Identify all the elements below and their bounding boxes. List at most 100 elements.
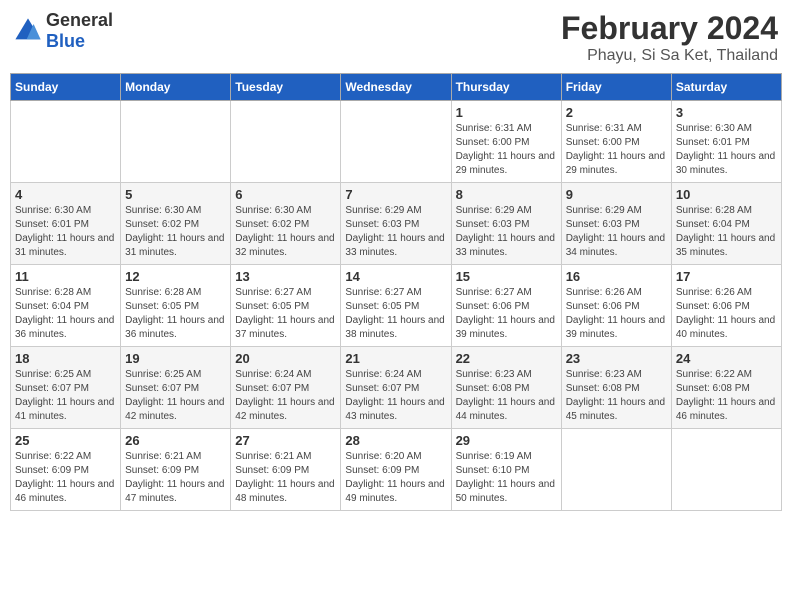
weekday-header-row: SundayMondayTuesdayWednesdayThursdayFrid…: [11, 74, 782, 101]
day-detail: Sunrise: 6:19 AM Sunset: 6:10 PM Dayligh…: [456, 450, 557, 506]
calendar-cell: 1Sunrise: 6:31 AM Sunset: 6:00 PM Daylig…: [451, 101, 561, 183]
day-number: 3: [676, 105, 777, 120]
calendar-cell: 29 Sunrise: 6:19 AM Sunset: 6:10 PM Dayli…: [451, 429, 561, 511]
day-detail: Sunrise: 6:29 AM Sunset: 6:03 PM Dayligh…: [456, 204, 557, 260]
day-detail: Sunrise: 6:24 AM Sunset: 6:07 PM Dayligh…: [235, 368, 336, 424]
calendar-cell: 10Sunrise: 6:28 AM Sunset: 6:04 PM Dayli…: [671, 183, 781, 265]
calendar-cell: 9 Sunrise: 6:29 AM Sunset: 6:03 PM Daylig…: [561, 183, 671, 265]
day-number: 24: [676, 351, 777, 366]
day-detail: Sunrise: 6:20 AM Sunset: 6:09 PM Dayligh…: [345, 450, 446, 506]
day-detail: Sunrise: 6:21 AM Sunset: 6:09 PM Dayligh…: [235, 450, 336, 506]
location-subtitle: Phayu, Si Sa Ket, Thailand: [561, 47, 778, 65]
day-number: 23: [566, 351, 667, 366]
calendar-cell: 18 Sunrise: 6:25 AM Sunset: 6:07 PM Dayli…: [11, 347, 121, 429]
weekday-header: Thursday: [451, 74, 561, 101]
calendar-week-row: 11 Sunrise: 6:28 AM Sunset: 6:04 PM Dayli…: [11, 265, 782, 347]
day-detail: Sunrise: 6:26 AM Sunset: 6:06 PM Dayligh…: [566, 286, 667, 342]
calendar-week-row: 4 Sunrise: 6:30 AM Sunset: 6:01 PM Daylig…: [11, 183, 782, 265]
logo-general: General: [46, 10, 113, 30]
calendar-cell: 28 Sunrise: 6:20 AM Sunset: 6:09 PM Dayli…: [341, 429, 451, 511]
day-detail: Sunrise: 6:30 AM Sunset: 6:01 PM Dayligh…: [15, 204, 116, 260]
calendar-cell: 3 Sunrise: 6:30 AM Sunset: 6:01 PM Daylig…: [671, 101, 781, 183]
day-number: 11: [15, 269, 116, 284]
calendar-week-row: 1Sunrise: 6:31 AM Sunset: 6:00 PM Daylig…: [11, 101, 782, 183]
day-detail: Sunrise: 6:29 AM Sunset: 6:03 PM Dayligh…: [345, 204, 446, 260]
day-number: 13: [235, 269, 336, 284]
day-number: 28: [345, 433, 446, 448]
logo-blue: Blue: [46, 31, 85, 51]
day-detail: Sunrise: 6:25 AM Sunset: 6:07 PM Dayligh…: [15, 368, 116, 424]
calendar-cell: 15Sunrise: 6:27 AM Sunset: 6:06 PM Dayli…: [451, 265, 561, 347]
day-detail: Sunrise: 6:24 AM Sunset: 6:07 PM Dayligh…: [345, 368, 446, 424]
day-detail: Sunrise: 6:22 AM Sunset: 6:08 PM Dayligh…: [676, 368, 777, 424]
logo-text: General Blue: [46, 10, 113, 52]
day-number: 26: [125, 433, 226, 448]
day-number: 18: [15, 351, 116, 366]
calendar-cell: 17Sunrise: 6:26 AM Sunset: 6:06 PM Dayli…: [671, 265, 781, 347]
weekday-header: Friday: [561, 74, 671, 101]
day-number: 8: [456, 187, 557, 202]
calendar-cell: 16 Sunrise: 6:26 AM Sunset: 6:06 PM Dayli…: [561, 265, 671, 347]
day-number: 29: [456, 433, 557, 448]
calendar-cell: [561, 429, 671, 511]
day-number: 27: [235, 433, 336, 448]
day-detail: Sunrise: 6:30 AM Sunset: 6:02 PM Dayligh…: [235, 204, 336, 260]
header: General Blue February 2024 Phayu, Si Sa …: [10, 10, 782, 65]
day-detail: Sunrise: 6:22 AM Sunset: 6:09 PM Dayligh…: [15, 450, 116, 506]
calendar-cell: 24 Sunrise: 6:22 AM Sunset: 6:08 PM Dayli…: [671, 347, 781, 429]
day-detail: Sunrise: 6:28 AM Sunset: 6:05 PM Dayligh…: [125, 286, 226, 342]
calendar-table: SundayMondayTuesdayWednesdayThursdayFrid…: [10, 73, 782, 511]
calendar-cell: 13 Sunrise: 6:27 AM Sunset: 6:05 PM Dayli…: [231, 265, 341, 347]
calendar-week-row: 25 Sunrise: 6:22 AM Sunset: 6:09 PM Dayli…: [11, 429, 782, 511]
calendar-cell: 2 Sunrise: 6:31 AM Sunset: 6:00 PM Daylig…: [561, 101, 671, 183]
day-number: 7: [345, 187, 446, 202]
calendar-cell: 26 Sunrise: 6:21 AM Sunset: 6:09 PM Dayli…: [121, 429, 231, 511]
weekday-header: Wednesday: [341, 74, 451, 101]
weekday-header: Sunday: [11, 74, 121, 101]
day-number: 14: [345, 269, 446, 284]
day-detail: Sunrise: 6:31 AM Sunset: 6:00 PM Dayligh…: [456, 122, 557, 178]
day-detail: Sunrise: 6:30 AM Sunset: 6:02 PM Dayligh…: [125, 204, 226, 260]
weekday-header: Tuesday: [231, 74, 341, 101]
calendar-cell: 7 Sunrise: 6:29 AM Sunset: 6:03 PM Daylig…: [341, 183, 451, 265]
calendar-cell: [121, 101, 231, 183]
day-detail: Sunrise: 6:26 AM Sunset: 6:06 PM Dayligh…: [676, 286, 777, 342]
day-number: 12: [125, 269, 226, 284]
calendar-cell: 11 Sunrise: 6:28 AM Sunset: 6:04 PM Dayli…: [11, 265, 121, 347]
calendar-cell: 25 Sunrise: 6:22 AM Sunset: 6:09 PM Dayli…: [11, 429, 121, 511]
calendar-cell: [671, 429, 781, 511]
day-number: 19: [125, 351, 226, 366]
calendar-week-row: 18 Sunrise: 6:25 AM Sunset: 6:07 PM Dayli…: [11, 347, 782, 429]
calendar-cell: 12 Sunrise: 6:28 AM Sunset: 6:05 PM Dayli…: [121, 265, 231, 347]
weekday-header: Saturday: [671, 74, 781, 101]
weekday-header: Monday: [121, 74, 231, 101]
calendar-cell: 8 Sunrise: 6:29 AM Sunset: 6:03 PM Daylig…: [451, 183, 561, 265]
day-number: 9: [566, 187, 667, 202]
day-number: 5: [125, 187, 226, 202]
day-detail: Sunrise: 6:27 AM Sunset: 6:06 PM Dayligh…: [456, 286, 557, 342]
calendar-cell: [11, 101, 121, 183]
calendar-cell: 14 Sunrise: 6:27 AM Sunset: 6:05 PM Dayli…: [341, 265, 451, 347]
day-detail: Sunrise: 6:30 AM Sunset: 6:01 PM Dayligh…: [676, 122, 777, 178]
calendar-cell: 6 Sunrise: 6:30 AM Sunset: 6:02 PM Daylig…: [231, 183, 341, 265]
day-detail: Sunrise: 6:23 AM Sunset: 6:08 PM Dayligh…: [456, 368, 557, 424]
day-detail: Sunrise: 6:29 AM Sunset: 6:03 PM Dayligh…: [566, 204, 667, 260]
calendar-cell: 23Sunrise: 6:23 AM Sunset: 6:08 PM Dayli…: [561, 347, 671, 429]
calendar-cell: 21Sunrise: 6:24 AM Sunset: 6:07 PM Dayli…: [341, 347, 451, 429]
day-detail: Sunrise: 6:27 AM Sunset: 6:05 PM Dayligh…: [345, 286, 446, 342]
calendar-cell: 19 Sunrise: 6:25 AM Sunset: 6:07 PM Dayli…: [121, 347, 231, 429]
day-detail: Sunrise: 6:31 AM Sunset: 6:00 PM Dayligh…: [566, 122, 667, 178]
day-number: 25: [15, 433, 116, 448]
day-number: 6: [235, 187, 336, 202]
day-number: 2: [566, 105, 667, 120]
logo-icon: [14, 17, 42, 45]
calendar-cell: 5 Sunrise: 6:30 AM Sunset: 6:02 PM Daylig…: [121, 183, 231, 265]
day-detail: Sunrise: 6:27 AM Sunset: 6:05 PM Dayligh…: [235, 286, 336, 342]
day-detail: Sunrise: 6:25 AM Sunset: 6:07 PM Dayligh…: [125, 368, 226, 424]
day-number: 16: [566, 269, 667, 284]
day-detail: Sunrise: 6:21 AM Sunset: 6:09 PM Dayligh…: [125, 450, 226, 506]
day-number: 4: [15, 187, 116, 202]
day-detail: Sunrise: 6:28 AM Sunset: 6:04 PM Dayligh…: [15, 286, 116, 342]
month-year-title: February 2024: [561, 10, 778, 47]
calendar-cell: [231, 101, 341, 183]
